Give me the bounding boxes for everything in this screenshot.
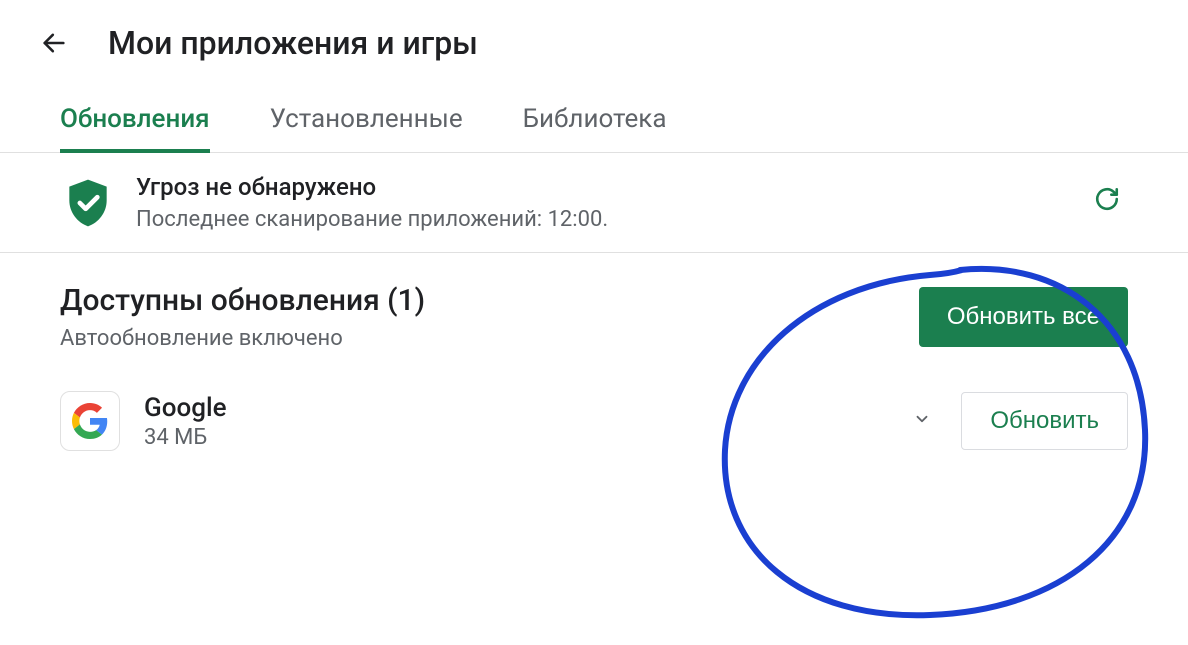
- tab-library[interactable]: Библиотека: [523, 86, 667, 152]
- chevron-down-icon[interactable]: [913, 410, 931, 433]
- update-button[interactable]: Обновить: [961, 392, 1128, 450]
- shield-check-icon: [60, 175, 116, 231]
- tab-updates[interactable]: Обновления: [60, 86, 210, 152]
- security-subtitle: Последнее сканирование приложений: 12:00…: [136, 207, 1086, 232]
- app-size: 34 МБ: [144, 425, 913, 450]
- tab-installed[interactable]: Установленные: [270, 86, 463, 152]
- security-status-row: Угроз не обнаружено Последнее сканирован…: [0, 153, 1188, 253]
- update-all-button[interactable]: Обновить все: [919, 287, 1128, 347]
- refresh-icon[interactable]: [1086, 178, 1128, 227]
- security-title: Угроз не обнаружено: [136, 173, 1086, 201]
- security-text: Угроз не обнаружено Последнее сканирован…: [136, 173, 1086, 232]
- tabs: Обновления Установленные Библиотека: [0, 86, 1188, 153]
- app-info: Google 34 МБ: [144, 393, 913, 450]
- updates-section: Доступны обновления (1) Автообновление в…: [0, 253, 1188, 371]
- updates-subtitle: Автообновление включено: [60, 326, 919, 351]
- updates-text: Доступны обновления (1) Автообновление в…: [60, 283, 919, 351]
- page-title: Мои приложения и игры: [108, 24, 478, 62]
- app-row[interactable]: Google 34 МБ Обновить: [0, 371, 1188, 471]
- updates-title: Доступны обновления (1): [60, 283, 919, 318]
- header: Мои приложения и игры: [0, 0, 1188, 86]
- app-name: Google: [144, 393, 913, 423]
- google-app-icon: [60, 391, 120, 451]
- back-arrow-icon[interactable]: [40, 29, 68, 57]
